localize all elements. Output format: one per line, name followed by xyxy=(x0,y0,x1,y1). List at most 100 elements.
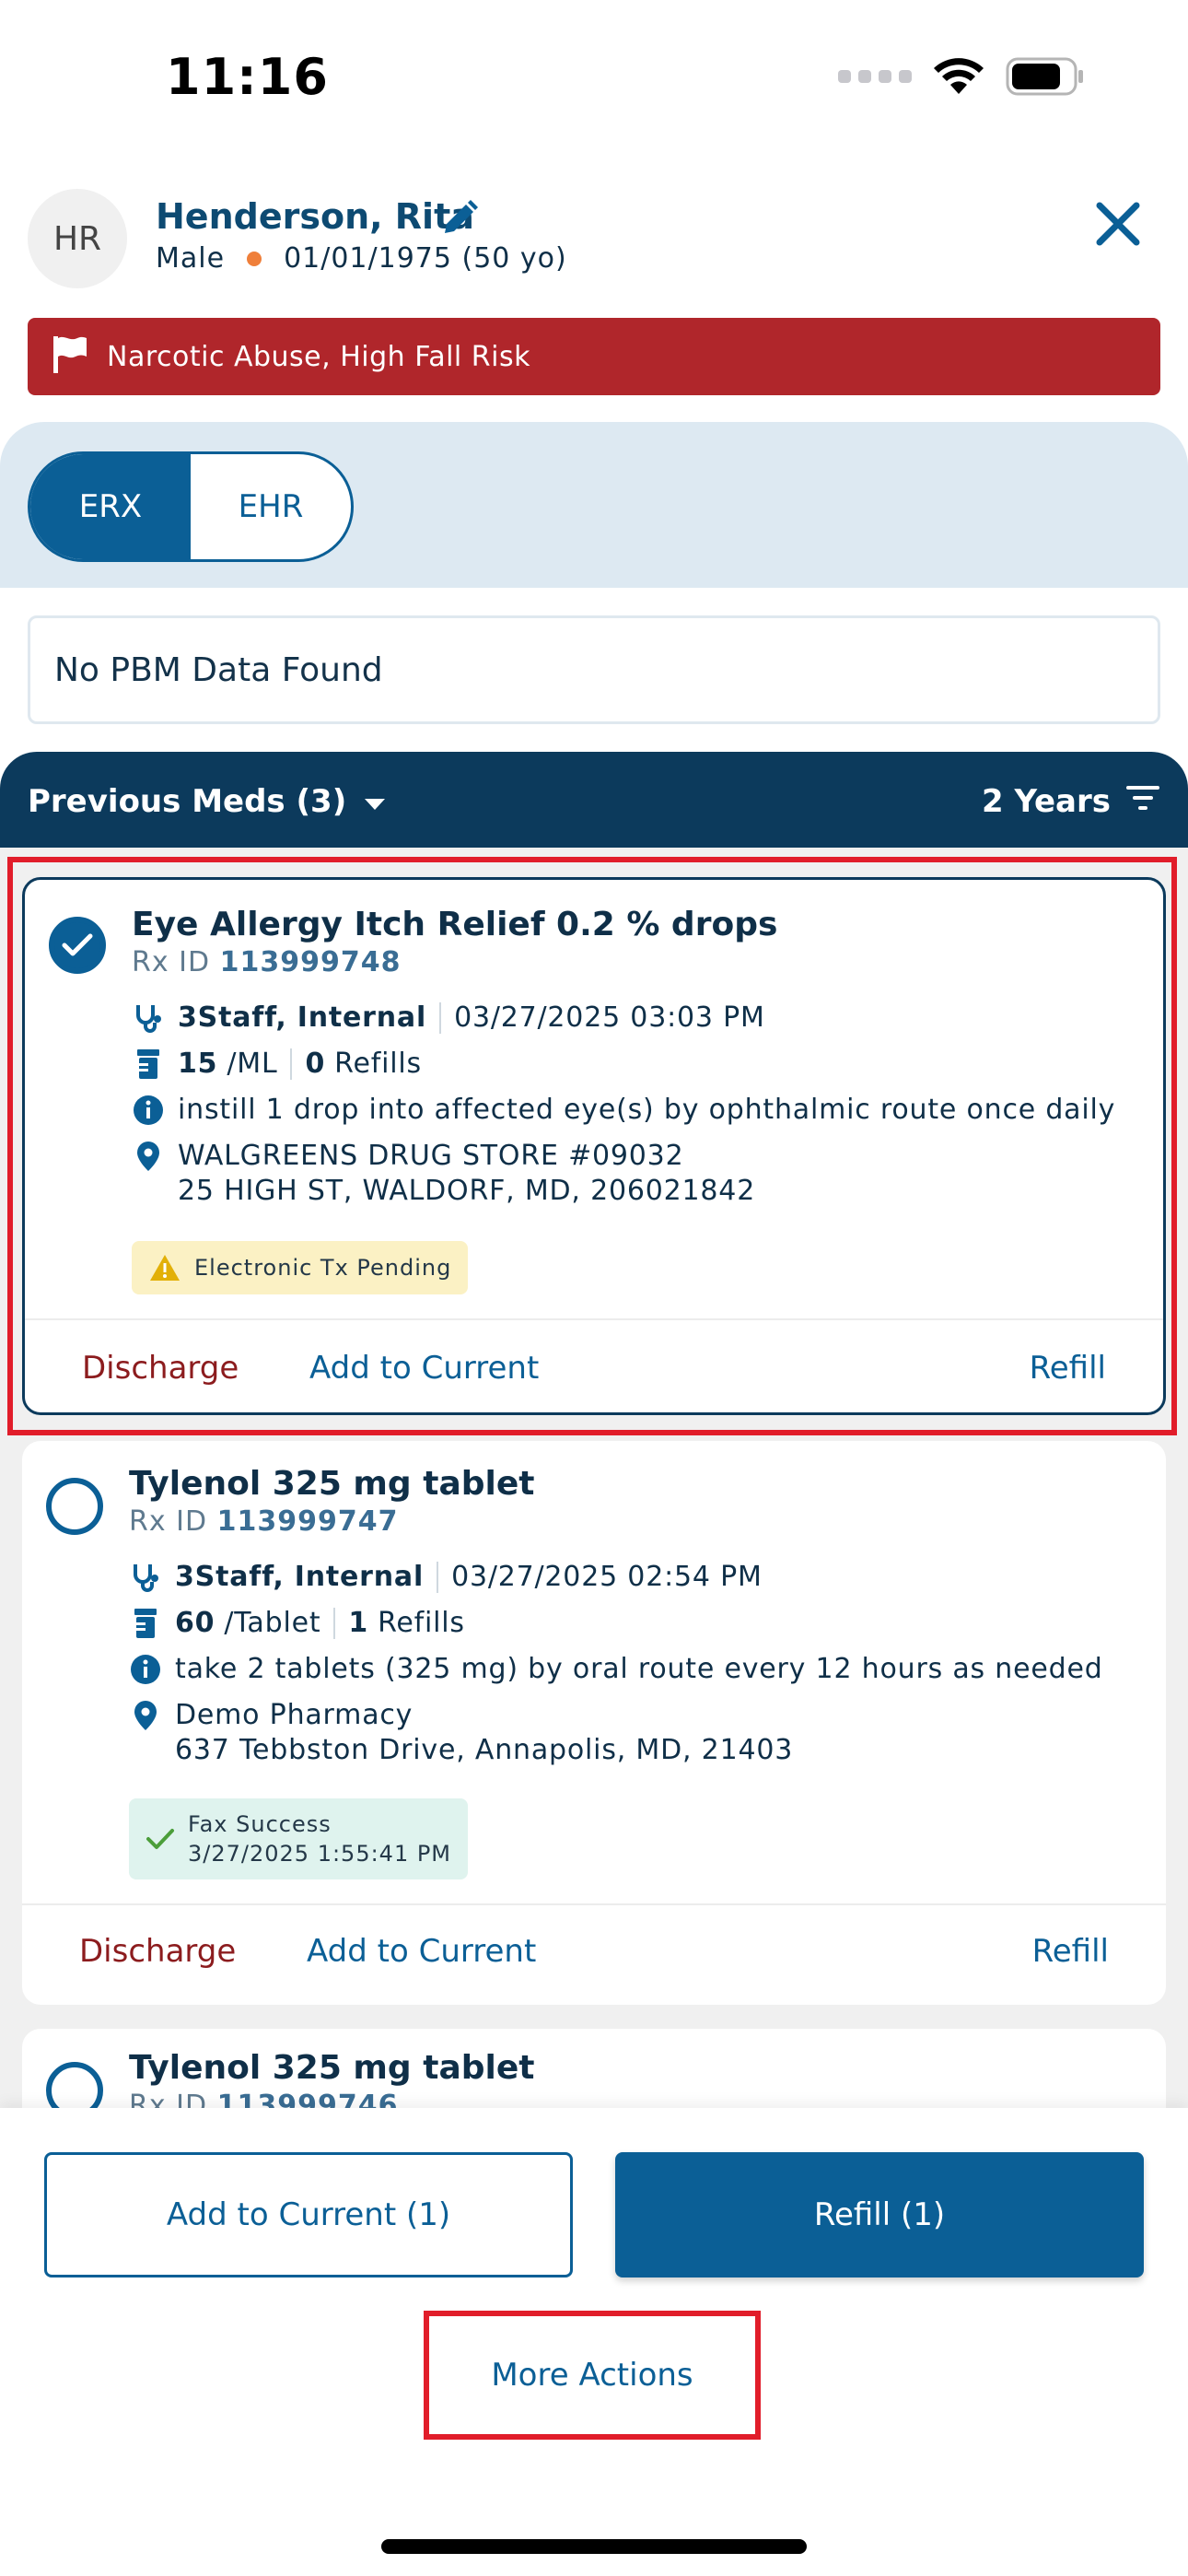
location-pin-icon xyxy=(129,1700,162,1731)
divider xyxy=(437,1561,439,1593)
med-name: Tylenol 325 mg tablet xyxy=(129,2049,535,2087)
date-range-label: 2 Years xyxy=(981,783,1111,820)
tab-erx[interactable]: ERX xyxy=(30,454,191,559)
prescribed-datetime: 03/27/2025 02:54 PM xyxy=(451,1561,763,1593)
info-icon xyxy=(132,1095,165,1126)
refills-label: Refills xyxy=(334,1048,422,1080)
divider xyxy=(333,1607,336,1639)
refills-label: Refills xyxy=(378,1607,465,1639)
card-divider xyxy=(22,1903,1166,1905)
pharmacy-row: WALGREENS DRUG STORE #09032 xyxy=(132,1140,683,1172)
sig-row: instill 1 drop into affected eye(s) by o… xyxy=(132,1094,1115,1126)
prescribed-datetime: 03/27/2025 03:03 PM xyxy=(454,1001,765,1034)
rx-id-label: Rx ID xyxy=(129,1505,208,1538)
sig-text: take 2 tablets (325 mg) by oral route ev… xyxy=(175,1653,1103,1685)
quantity-unit: /ML xyxy=(227,1048,278,1080)
prescriber-row: 3Staff, Internal 03/27/2025 03:03 PM xyxy=(132,1001,765,1034)
select-checkbox[interactable] xyxy=(46,1478,103,1535)
pill-bottle-icon xyxy=(129,1608,162,1639)
quantity-unit: /Tablet xyxy=(224,1607,321,1639)
med-name: Tylenol 325 mg tablet xyxy=(129,1465,535,1503)
separator-dot xyxy=(247,251,262,266)
stethoscope-icon xyxy=(129,1562,162,1593)
card-divider xyxy=(25,1318,1163,1320)
refill-button[interactable]: Refill xyxy=(1032,1933,1109,1970)
checkmark-icon xyxy=(146,1828,175,1850)
caret-down-icon xyxy=(363,783,387,820)
refill-button[interactable]: Refill xyxy=(1030,1350,1106,1387)
med-card[interactable]: Eye Allergy Itch Relief 0.2 % drops Rx I… xyxy=(22,877,1166,1415)
rx-id-value: 113999747 xyxy=(216,1505,399,1538)
sig-text: instill 1 drop into affected eye(s) by o… xyxy=(178,1094,1116,1126)
flag-icon xyxy=(50,334,90,379)
battery-icon xyxy=(1006,57,1085,96)
select-checkbox-checked[interactable] xyxy=(49,917,106,974)
previous-meds-dropdown[interactable]: Previous Meds (3) xyxy=(28,783,387,820)
status-text: Electronic Tx Pending xyxy=(194,1255,452,1281)
pharmacy-row: Demo Pharmacy xyxy=(129,1699,413,1731)
pill-bottle-icon xyxy=(132,1048,165,1080)
close-icon[interactable] xyxy=(1094,200,1142,252)
status-icons xyxy=(838,57,1085,96)
rx-id-value: 113999748 xyxy=(219,946,402,978)
previous-meds-header: Previous Meds (3) 2 Years xyxy=(0,752,1188,851)
refills-count: 1 xyxy=(348,1607,369,1639)
avatar: HR xyxy=(28,189,127,288)
wifi-icon xyxy=(932,57,985,96)
add-to-current-button[interactable]: Add to Current xyxy=(309,1350,539,1387)
stethoscope-icon xyxy=(132,1002,165,1034)
date-range-filter[interactable]: 2 Years xyxy=(982,783,1160,820)
tab-ehr[interactable]: EHR xyxy=(191,454,351,559)
add-to-current-bulk-button[interactable]: Add to Current (1) xyxy=(44,2152,573,2277)
pharmacy-name: WALGREENS DRUG STORE #09032 xyxy=(178,1140,684,1172)
filter-icon xyxy=(1125,783,1160,820)
med-name: Eye Allergy Itch Relief 0.2 % drops xyxy=(132,906,778,943)
divider xyxy=(439,1001,442,1034)
quantity-value: 15 xyxy=(178,1048,218,1080)
status-line-1: Fax Success xyxy=(188,1811,332,1837)
pharmacy-address: 637 Tebbston Drive, Annapolis, MD, 21403 xyxy=(175,1734,794,1766)
sig-row: take 2 tablets (325 mg) by oral route ev… xyxy=(129,1653,1103,1685)
cellular-signal-icon xyxy=(838,70,912,83)
alert-banner: Narcotic Abuse, High Fall Risk xyxy=(28,318,1160,395)
home-indicator xyxy=(381,2539,807,2554)
info-icon xyxy=(129,1654,162,1685)
edit-pencil-icon[interactable] xyxy=(439,198,480,242)
rx-id: Rx ID 113999747 xyxy=(129,1505,399,1538)
quantity-row: 60 /Tablet 1 Refills xyxy=(129,1607,465,1639)
status-time: 11:16 xyxy=(166,48,329,106)
source-segmented-control: ERX EHR xyxy=(28,451,354,562)
previous-meds-title: Previous Meds (3) xyxy=(28,783,347,820)
pbm-message: No PBM Data Found xyxy=(28,615,1160,724)
add-to-current-button[interactable]: Add to Current xyxy=(307,1933,536,1970)
quantity-row: 15 /ML 0 Refills xyxy=(132,1048,422,1080)
status-text: Fax Success 3/27/2025 1:55:41 PM xyxy=(188,1809,451,1868)
prescriber-name: 3Staff, Internal xyxy=(175,1561,425,1593)
pharmacy-address: 25 HIGH ST, WALDORF, MD, 206021842 xyxy=(178,1175,756,1207)
warning-icon xyxy=(148,1253,181,1282)
more-actions-button[interactable]: More Actions xyxy=(424,2311,761,2440)
refill-bulk-button[interactable]: Refill (1) xyxy=(615,2152,1144,2277)
patient-gender: Male xyxy=(156,242,226,275)
prescriber-name: 3Staff, Internal xyxy=(178,1001,427,1034)
rx-id-label: Rx ID xyxy=(132,946,211,978)
rx-id: Rx ID 113999748 xyxy=(132,946,402,978)
location-pin-icon xyxy=(132,1141,165,1172)
status-line-2: 3/27/2025 1:55:41 PM xyxy=(188,1841,452,1867)
med-card[interactable]: Tylenol 325 mg tablet Rx ID 113999747 3S… xyxy=(22,1441,1166,2005)
quantity-value: 60 xyxy=(175,1607,215,1639)
discharge-button[interactable]: Discharge xyxy=(82,1350,239,1387)
status-badge: Fax Success 3/27/2025 1:55:41 PM xyxy=(129,1798,469,1879)
patient-dob: 01/01/1975 (50 yo) xyxy=(284,242,567,275)
patient-header: HR Henderson, Rita Male 01/01/1975 (50 y… xyxy=(28,189,1160,290)
patient-demographics: Male 01/01/1975 (50 yo) xyxy=(156,242,567,275)
patient-name: Henderson, Rita xyxy=(156,196,474,237)
prescriber-row: 3Staff, Internal 03/27/2025 02:54 PM xyxy=(129,1561,763,1593)
alert-text: Narcotic Abuse, High Fall Risk xyxy=(107,340,530,373)
divider xyxy=(290,1048,293,1080)
refills-count: 0 xyxy=(305,1048,326,1080)
discharge-button[interactable]: Discharge xyxy=(79,1933,236,1970)
status-bar: 11:16 xyxy=(0,0,1188,157)
pharmacy-name: Demo Pharmacy xyxy=(175,1699,413,1731)
status-badge: Electronic Tx Pending xyxy=(132,1241,469,1294)
